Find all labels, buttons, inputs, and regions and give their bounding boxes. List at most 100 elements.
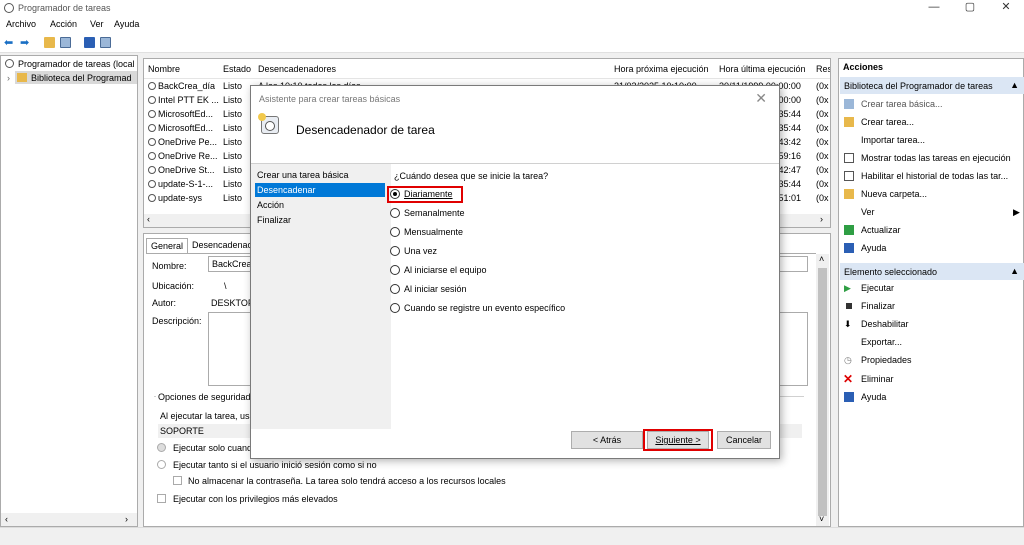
scroll-left-icon[interactable]: ‹	[5, 514, 8, 524]
action-create-basic-task[interactable]: Crear tarea básica...	[861, 99, 943, 109]
action-help-selected[interactable]: Ayuda	[861, 392, 886, 402]
view-pane-icon[interactable]	[60, 37, 71, 48]
actions-section-selected[interactable]: Elemento seleccionado ▲	[840, 263, 1024, 280]
cancel-button[interactable]: Cancelar	[717, 431, 771, 449]
new-folder-icon	[844, 189, 854, 199]
action-refresh[interactable]: Actualizar	[861, 225, 901, 235]
menu-ayuda[interactable]: Ayuda	[114, 19, 139, 29]
action-import-task[interactable]: Importar tarea...	[861, 135, 925, 145]
opt-no-store-password: No almacenar la contraseña. La tarea sol…	[188, 476, 506, 486]
location-label: Ubicación:	[152, 281, 195, 291]
opt-run-only-logged: Ejecutar solo cuand	[173, 443, 253, 453]
maximize-icon[interactable]: ▢	[952, 0, 988, 17]
status-bar	[0, 527, 1024, 545]
col-ultima[interactable]: Hora última ejecución	[719, 64, 806, 74]
action-export[interactable]: Exportar...	[861, 337, 902, 347]
name-label: Nombre:	[152, 261, 187, 271]
user-value: SOPORTE	[160, 426, 204, 436]
radio-once[interactable]: Una vez	[390, 246, 437, 260]
radio-at-logon[interactable]: Al iniciar sesión	[390, 284, 467, 298]
close-icon[interactable]: ✕	[988, 0, 1024, 17]
action-run[interactable]: Ejecutar	[861, 283, 894, 293]
back-button[interactable]: < Atrás	[571, 431, 643, 449]
menu-archivo[interactable]: Archivo	[6, 19, 36, 29]
delete-x-icon: ✕	[843, 372, 854, 386]
step-finish[interactable]: Finalizar	[255, 213, 385, 227]
author-label: Autor:	[152, 298, 177, 308]
run-as-text: Al ejecutar la tarea, usar	[160, 411, 258, 421]
help-icon[interactable]	[84, 37, 95, 48]
stop-icon	[846, 303, 852, 309]
collapse-icon[interactable]: ▲	[1010, 266, 1019, 276]
checkbox-highest-privileges[interactable]	[157, 494, 166, 503]
folder-icon[interactable]	[44, 37, 55, 48]
radio-weekly[interactable]: Semanalmente	[390, 208, 465, 222]
trigger-question: ¿Cuándo desea que se inicie la tarea?	[394, 171, 549, 181]
radio-run-only-logged[interactable]	[157, 443, 166, 452]
action-view[interactable]: Ver	[861, 207, 875, 217]
tree-library[interactable]: Biblioteca del Programad	[31, 73, 132, 83]
col-proxima[interactable]: Hora próxima ejecución	[614, 64, 709, 74]
tab-general[interactable]: General	[146, 238, 189, 253]
disable-arrow-icon: ⬇	[844, 319, 852, 329]
radio-daily[interactable]: Diariamente	[390, 189, 453, 203]
running-tasks-icon	[844, 153, 854, 163]
action-delete[interactable]: Eliminar	[861, 374, 894, 384]
history-icon	[844, 171, 854, 181]
navigation-tree: Programador de tareas (local › Bibliotec…	[0, 55, 138, 527]
expand-chevron-icon[interactable]: ›	[7, 73, 10, 83]
dialog-close-icon[interactable]: ✕	[755, 90, 767, 107]
action-properties[interactable]: Propiedades	[861, 355, 912, 365]
col-nombre[interactable]: Nombre	[148, 64, 180, 74]
action-enable-history[interactable]: Habilitar el historial de todas las tar.…	[861, 171, 1008, 181]
col-estado[interactable]: Estado	[223, 64, 251, 74]
minimize-icon[interactable]: —	[916, 0, 952, 17]
actions-section-library[interactable]: Biblioteca del Programador de tareas ▲	[840, 77, 1024, 94]
radio-at-startup[interactable]: Al iniciarse el equipo	[390, 265, 487, 279]
menu-ver[interactable]: Ver	[90, 19, 104, 29]
tree-hscrollbar[interactable]: ‹ ›	[1, 513, 137, 526]
collapse-icon[interactable]: ▲	[1010, 80, 1019, 90]
scroll-up-icon[interactable]: ˄	[819, 254, 824, 264]
col-res[interactable]: Res	[816, 64, 830, 74]
wizard-steps: Crear una tarea básica Desencadenar Acci…	[251, 164, 391, 429]
next-button[interactable]: Siguiente >	[647, 431, 709, 449]
actions-pane: Acciones Biblioteca del Programador de t…	[838, 58, 1024, 527]
menu-accion[interactable]: Acción	[50, 19, 77, 29]
radio-run-whether[interactable]	[157, 460, 166, 469]
dialog-title: Asistente para crear tareas básicas	[259, 94, 401, 104]
tab-desencadenadores[interactable]: Desencadenac	[188, 238, 256, 252]
step-trigger[interactable]: Desencadenar	[255, 183, 385, 197]
help-icon	[844, 243, 854, 253]
step-create-basic-task[interactable]: Crear una tarea básica	[255, 168, 385, 182]
action-new-folder[interactable]: Nueva carpeta...	[861, 189, 927, 199]
radio-on-event[interactable]: Cuando se registre un evento específico	[390, 303, 565, 317]
window-title: Programador de tareas	[18, 3, 111, 13]
scroll-right-icon[interactable]: ›	[125, 514, 128, 524]
scroll-right-icon[interactable]: ›	[820, 214, 823, 224]
refresh-icon	[844, 225, 854, 235]
action-show-running[interactable]: Mostrar todas las tareas en ejecución	[861, 153, 1011, 163]
title-bar: Programador de tareas — ▢ ✕	[0, 0, 1024, 17]
folder-icon	[17, 73, 27, 82]
col-desencadenadores[interactable]: Desencadenadores	[258, 64, 336, 74]
action-help[interactable]: Ayuda	[861, 243, 886, 253]
tree-root[interactable]: Programador de tareas (local	[18, 59, 135, 69]
scroll-left-icon[interactable]: ‹	[147, 214, 150, 224]
step-action[interactable]: Acción	[255, 198, 385, 212]
checkbox-no-store-password[interactable]	[173, 476, 182, 485]
action-end[interactable]: Finalizar	[861, 301, 895, 311]
basic-task-wizard: Asistente para crear tareas básicas ✕ De…	[250, 85, 780, 459]
details-vscrollbar[interactable]: ˄ ˅	[816, 254, 829, 526]
action-disable[interactable]: Deshabilitar	[861, 319, 909, 329]
menu-bar: Archivo Acción Ver Ayuda	[0, 17, 1024, 33]
forward-arrow-icon[interactable]: ➡	[20, 36, 29, 49]
security-group-label: Opciones de seguridad	[156, 392, 253, 402]
radio-monthly[interactable]: Mensualmente	[390, 227, 463, 241]
back-arrow-icon[interactable]: ⬅	[4, 36, 13, 49]
dialog-header-title: Desencadenador de tarea	[296, 123, 435, 137]
action-create-task[interactable]: Crear tarea...	[861, 117, 914, 127]
scroll-down-icon[interactable]: ˅	[819, 514, 824, 524]
properties-pane-icon[interactable]	[100, 37, 111, 48]
task-clock-icon	[258, 113, 279, 134]
